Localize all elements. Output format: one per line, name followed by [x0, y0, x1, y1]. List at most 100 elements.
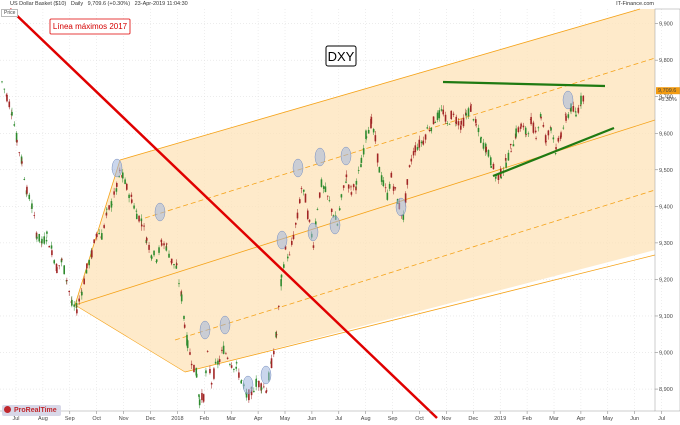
x-tick-label: Oct: [92, 416, 101, 422]
candle-body: [567, 114, 570, 118]
candle-body: [554, 153, 557, 154]
candle-body: [575, 114, 577, 117]
candle-body: [287, 256, 289, 259]
candle-body: [288, 254, 291, 256]
candle-body: [465, 113, 468, 116]
candle-body: [330, 208, 333, 213]
candle-body: [46, 231, 48, 234]
candle-body: [88, 260, 90, 266]
candle-body: [530, 116, 532, 125]
x-tick-label: Dec: [468, 416, 478, 422]
candle-body: [430, 127, 433, 132]
candle-body: [115, 188, 118, 192]
candle-body: [500, 176, 502, 179]
y-tick-label: 9,800: [659, 58, 673, 64]
candle-body: [408, 165, 411, 167]
candle-body: [555, 147, 557, 150]
candle-body: [85, 269, 88, 274]
candle-body: [143, 225, 145, 227]
candle-body: [448, 123, 451, 125]
candle-body: [347, 184, 350, 189]
candle-body: [221, 349, 223, 351]
candle-body: [355, 180, 358, 185]
touch-point-marker: [260, 365, 272, 385]
candle-body: [440, 109, 443, 111]
candle-body: [412, 151, 415, 156]
candle-body: [291, 240, 293, 245]
candle-body: [273, 350, 275, 355]
candle-body: [345, 174, 348, 178]
candle-body: [155, 259, 158, 262]
candle-body: [535, 138, 537, 139]
candle-body: [148, 244, 150, 250]
candle-body: [163, 243, 165, 246]
candle-body: [515, 128, 517, 137]
timestamp: 23-Apr-2019 11:04:30: [134, 1, 188, 7]
candle-body: [304, 193, 307, 203]
candle-body: [150, 256, 153, 259]
candle-body: [470, 104, 472, 106]
candle-body: [424, 134, 427, 140]
candle-body: [106, 208, 108, 210]
candle-body: [522, 125, 525, 128]
y-tick-label: 9,900: [659, 22, 673, 28]
candle-body: [175, 263, 178, 266]
candle-body: [580, 95, 582, 105]
y-tick-label: 9,300: [659, 241, 673, 247]
candle-body: [477, 127, 480, 133]
candle-body: [388, 183, 391, 189]
candle-body: [507, 152, 510, 161]
touch-point-marker: [307, 222, 319, 242]
candle-body: [135, 213, 138, 220]
candle-body: [18, 152, 21, 154]
x-tick-label: Nov: [119, 416, 129, 422]
candle-body: [328, 200, 331, 202]
x-tick-label: Aug: [361, 416, 371, 422]
price-chart: Línea máximos 2017DXY9,709.6+0.30% 9,900…: [0, 8, 680, 422]
candle-body: [240, 380, 243, 381]
candle-body: [324, 186, 327, 192]
candle-body: [43, 236, 46, 244]
candle-body: [545, 141, 547, 142]
candle-body: [260, 387, 263, 390]
x-tick-label: Sep: [65, 416, 75, 422]
candle-body: [253, 390, 255, 393]
candle-body: [296, 212, 299, 219]
candle-body: [6, 94, 8, 102]
candle-body: [226, 357, 229, 359]
candle-body: [101, 233, 103, 240]
candle-body: [510, 151, 512, 153]
instrument-name: US Dollar Basket ($10): [10, 1, 67, 7]
candle-body: [73, 304, 75, 307]
candle-body: [23, 178, 26, 180]
candle-body: [195, 373, 198, 378]
candle-body: [93, 239, 95, 244]
candle-body: [444, 114, 447, 122]
candle-body: [229, 364, 231, 365]
candle-body: [557, 137, 560, 142]
candle-body: [298, 199, 301, 204]
candle-body: [422, 140, 425, 145]
candle-body: [201, 393, 203, 401]
candle-body: [31, 203, 33, 209]
candle-body: [198, 399, 201, 406]
candle-body: [565, 115, 567, 121]
candle-body: [124, 179, 126, 184]
candle-body: [145, 237, 148, 241]
candle-body: [38, 233, 41, 242]
candle-body: [406, 179, 409, 185]
candle-body: [382, 180, 385, 187]
candle-body: [542, 124, 545, 127]
candle-body: [160, 243, 163, 246]
candle-body: [340, 194, 343, 198]
candle-body: [410, 158, 413, 162]
candle-body: [438, 110, 441, 119]
candle-body: [50, 245, 53, 249]
interval: Daily: [70, 1, 84, 7]
candle-body: [235, 366, 237, 369]
candle-body: [8, 101, 11, 108]
candle-body: [178, 283, 180, 285]
candle-body: [380, 175, 383, 182]
candle-body: [378, 167, 381, 173]
candle-body: [235, 362, 238, 364]
